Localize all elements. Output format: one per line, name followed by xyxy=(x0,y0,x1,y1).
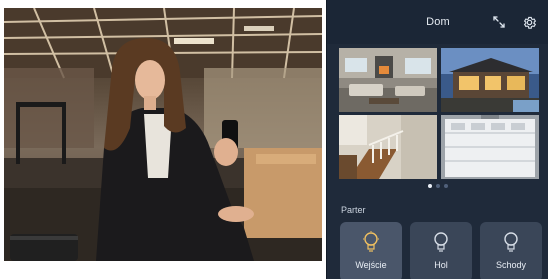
scene-label: Schody xyxy=(495,260,527,270)
carousel-dot[interactable] xyxy=(443,184,448,188)
lightbulb-icon xyxy=(504,232,518,252)
scene-label: Wejście xyxy=(355,260,387,270)
scene-button-schody[interactable]: Schody xyxy=(480,222,542,279)
app-header: Dom xyxy=(327,0,548,44)
camera-grid xyxy=(339,48,539,179)
carousel-dot[interactable] xyxy=(435,184,440,188)
scene-button-wejscie[interactable]: Wejście xyxy=(340,222,402,279)
living-room-camera[interactable] xyxy=(339,48,437,112)
scene-buttons: Wejście Hol Schody xyxy=(340,222,548,279)
airport-woman-illustration xyxy=(4,8,322,261)
smart-home-app: Dom Parter Wejście Hol Schody xyxy=(326,0,548,279)
scene-button-hol[interactable]: Hol xyxy=(410,222,472,279)
house-exterior-camera[interactable] xyxy=(441,48,539,112)
carousel-indicator[interactable] xyxy=(327,184,548,188)
scene-label: Hol xyxy=(434,260,448,270)
staircase-camera[interactable] xyxy=(339,115,437,179)
lightbulb-icon xyxy=(434,232,448,252)
expand-icon[interactable] xyxy=(490,13,508,31)
section-title: Parter xyxy=(341,205,366,215)
gear-icon[interactable] xyxy=(520,13,538,31)
lightbulb-icon xyxy=(363,231,379,252)
lifestyle-photo xyxy=(4,8,322,261)
carousel-dot[interactable] xyxy=(427,184,432,188)
garage-door-camera[interactable] xyxy=(441,115,539,179)
app-title: Dom xyxy=(426,16,450,28)
